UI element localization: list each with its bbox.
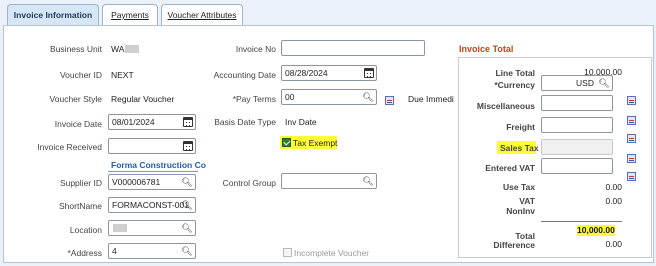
search-icon[interactable]: 🔍︎ xyxy=(179,175,195,189)
voucher-style-value: Regular Voucher xyxy=(111,94,175,104)
vat-noninv-label-line1: VAT xyxy=(519,196,535,206)
use-tax-label: Use Tax xyxy=(503,182,535,192)
pay-terms-details-icon[interactable] xyxy=(385,96,394,105)
miscellaneous-label: Miscellaneous xyxy=(476,101,535,111)
tax-exempt-checkbox-row[interactable]: Tax Exempt xyxy=(280,136,337,149)
supplier-id-field[interactable]: V000006781 🔍︎ xyxy=(108,174,196,190)
invoice-date-field[interactable]: 08/01/2024 xyxy=(108,114,196,130)
incomplete-voucher-checkbox[interactable] xyxy=(283,248,292,257)
search-icon[interactable]: 🔍︎ xyxy=(360,174,376,188)
sales-tax-details-icon[interactable] xyxy=(627,134,636,143)
address-label: *Address xyxy=(67,248,103,258)
location-redacted xyxy=(113,224,127,232)
entered-vat-field[interactable] xyxy=(541,158,613,174)
supplier-name-link[interactable]: Forma Construction Co xyxy=(111,160,206,170)
basis-date-type-value: Inv Date xyxy=(285,117,317,127)
incomplete-voucher-label: Incomplete Voucher xyxy=(294,248,370,258)
pay-terms-description: Due Immedi xyxy=(408,94,454,104)
address-field[interactable]: 4 🔍︎ xyxy=(108,243,196,259)
entered-vat-label: Entered VAT xyxy=(485,163,535,173)
line-total-label: Line Total xyxy=(495,68,535,78)
tab-invoice-information[interactable]: Invoice Information xyxy=(7,4,99,25)
entered-vat-details-icon[interactable] xyxy=(627,154,636,163)
calendar-icon[interactable] xyxy=(183,117,193,127)
incomplete-voucher-row[interactable]: Incomplete Voucher xyxy=(283,248,369,258)
vat-noninv-label-line2: NonInv xyxy=(506,206,535,216)
sales-tax-label: Sales Tax xyxy=(497,141,539,154)
miscellaneous-field[interactable] xyxy=(541,95,613,111)
sales-tax-field xyxy=(541,139,613,155)
invoice-no-field[interactable] xyxy=(281,40,425,56)
currency-label: *Currency xyxy=(494,80,535,90)
total-value: 10,000.00 xyxy=(577,225,615,236)
search-icon[interactable]: 🔍︎ xyxy=(179,244,195,258)
calendar-icon[interactable] xyxy=(364,68,374,78)
search-icon[interactable]: 🔍︎ xyxy=(179,221,195,235)
business-unit-redacted xyxy=(125,45,139,53)
supplier-id-label: Supplier ID xyxy=(59,178,102,188)
business-unit-value: WA xyxy=(111,44,125,54)
tab-voucher-attributes[interactable]: Voucher Attributes xyxy=(161,4,243,25)
freight-label: Freight xyxy=(506,122,535,132)
accounting-date-label: Accounting Date xyxy=(213,70,276,80)
pay-terms-field[interactable]: 00 🔍︎ xyxy=(281,89,377,105)
invoice-total-title: Invoice Total xyxy=(459,44,514,54)
tab-voucher-attributes-label: Voucher Attributes xyxy=(167,10,237,20)
shortname-value: FORMACONST-001 xyxy=(112,200,189,210)
currency-value: USD xyxy=(576,78,594,88)
freight-field[interactable] xyxy=(541,117,613,133)
tab-payments[interactable]: Payments xyxy=(102,4,158,25)
control-group-field[interactable]: 🔍︎ xyxy=(281,173,377,189)
address-value: 4 xyxy=(112,246,117,256)
invoice-date-value: 08/01/2024 xyxy=(112,117,155,127)
control-group-label: Control Group xyxy=(222,178,276,188)
supplier-id-value: V000006781 xyxy=(112,177,161,187)
accounting-date-field[interactable]: 08/28/2024 xyxy=(281,65,377,81)
tax-exempt-label: Tax Exempt xyxy=(293,138,338,148)
tab-payments-label: Payments xyxy=(111,10,149,20)
search-icon[interactable]: 🔍︎ xyxy=(179,198,195,212)
invoice-received-label: Invoice Received xyxy=(37,142,102,152)
voucher-id-value: NEXT xyxy=(111,70,134,80)
tax-exempt-checkbox[interactable] xyxy=(282,138,291,147)
voucher-id-label: Voucher ID xyxy=(59,70,102,80)
search-icon[interactable]: 🔍︎ xyxy=(596,76,612,90)
freight-details-icon[interactable] xyxy=(627,116,636,125)
location-label: Location xyxy=(69,225,102,235)
invoice-no-label: Invoice No xyxy=(235,44,276,54)
pay-terms-label: *Pay Terms xyxy=(232,94,276,104)
voucher-style-label: Voucher Style xyxy=(49,94,102,104)
total-separator xyxy=(541,221,622,222)
calendar-icon[interactable] xyxy=(183,141,193,151)
invoice-received-field[interactable] xyxy=(108,138,196,154)
difference-value: 0.00 xyxy=(605,239,622,249)
supplier-name-underline xyxy=(108,171,198,172)
shortname-field[interactable]: FORMACONST-001 🔍︎ xyxy=(108,197,196,213)
invoice-date-label: Invoice Date xyxy=(54,119,102,129)
currency-field[interactable]: USD 🔍︎ xyxy=(541,75,613,91)
accounting-date-value: 08/28/2024 xyxy=(285,68,328,78)
pay-terms-value: 00 xyxy=(285,92,295,102)
difference-label: Difference xyxy=(493,240,535,250)
business-unit-label: Business Unit xyxy=(50,44,102,54)
miscellaneous-details-icon[interactable] xyxy=(627,96,636,105)
search-icon[interactable]: 🔍︎ xyxy=(360,90,376,104)
shortname-label: ShortName xyxy=(59,201,102,211)
tab-invoice-information-label: Invoice Information xyxy=(13,10,93,20)
use-tax-value: 0.00 xyxy=(605,182,622,192)
vat-details-icon[interactable] xyxy=(627,172,636,181)
location-field[interactable]: 🔍︎ xyxy=(108,220,196,236)
vat-noninv-value: 0.00 xyxy=(605,196,622,206)
basis-date-type-label: Basis Date Type xyxy=(214,117,276,127)
